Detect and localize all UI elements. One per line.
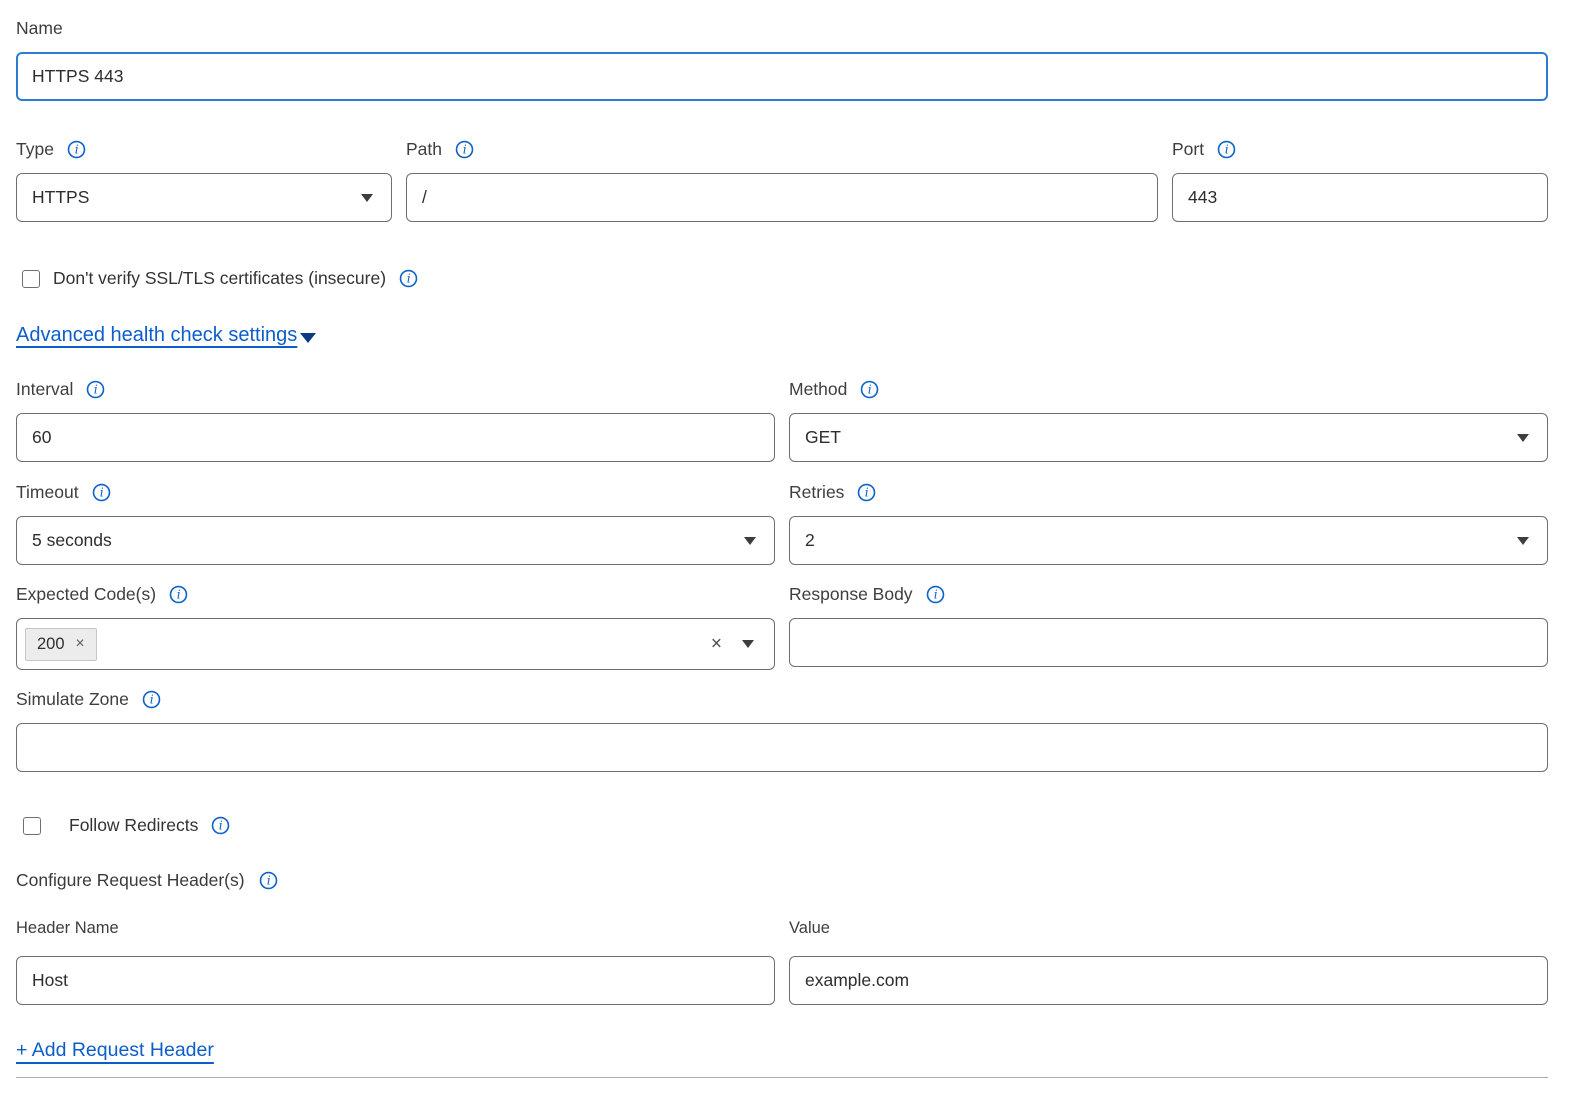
timeout-field: Timeout i 5 seconds (16, 482, 775, 565)
retries-info-icon[interactable]: i (857, 483, 876, 502)
section-divider (16, 1077, 1548, 1078)
header-name-input[interactable] (16, 956, 775, 1005)
simulate-zone-label: Simulate Zone (16, 689, 129, 710)
response-body-label: Response Body (789, 584, 913, 605)
dont-verify-ssl-checkbox[interactable] (22, 270, 40, 288)
svg-text:i: i (407, 272, 411, 286)
verify-ssl-row: Don't verify SSL/TLS certificates (insec… (16, 268, 1548, 289)
interval-field: Interval i (16, 379, 775, 462)
method-select-value: GET (805, 427, 841, 448)
svg-text:i: i (94, 383, 98, 397)
type-select-value: HTTPS (32, 187, 89, 208)
verify-ssl-info-icon[interactable]: i (399, 269, 418, 288)
retries-field: Retries i 2 (789, 482, 1548, 565)
svg-text:i: i (150, 693, 154, 707)
method-info-icon[interactable]: i (860, 380, 879, 399)
header-value-input[interactable] (789, 956, 1548, 1005)
path-input[interactable] (406, 173, 1158, 222)
interval-method-row: Interval i Method i (16, 379, 1548, 462)
path-label: Path (406, 139, 442, 160)
svg-text:i: i (933, 588, 937, 602)
svg-text:i: i (868, 383, 872, 397)
retries-label: Retries (789, 482, 844, 503)
expected-codes-multiselect[interactable]: 200 × × (16, 618, 775, 670)
advanced-settings-label: Advanced health check settings (16, 324, 297, 347)
follow-redirects-info-icon[interactable]: i (211, 816, 230, 835)
retries-select-value: 2 (805, 530, 815, 551)
header-value-field: Value (789, 918, 1548, 1005)
expected-codes-info-icon[interactable]: i (169, 585, 188, 604)
svg-text:i: i (463, 143, 467, 157)
advanced-settings-row: Advanced health check settings (16, 324, 1548, 347)
retries-select[interactable]: 2 (789, 516, 1548, 565)
port-field: Port i (1172, 139, 1548, 222)
health-check-form: Name Type i HTTPS Path (0, 0, 1570, 1098)
chevron-down-icon (361, 194, 373, 202)
simulate-zone-input[interactable] (16, 723, 1548, 772)
request-header-row: Header Name Value (16, 918, 1548, 1005)
chevron-down-icon (1517, 537, 1529, 545)
timeout-label: Timeout (16, 482, 79, 503)
svg-text:i: i (219, 819, 223, 833)
advanced-settings-link[interactable]: Advanced health check settings (16, 324, 297, 347)
follow-redirects-row: Follow Redirects i (16, 815, 1548, 836)
simulate-zone-field: Simulate Zone i (16, 689, 1548, 772)
expected-codes-field: Expected Code(s) i 200 × × (16, 584, 775, 670)
interval-input[interactable] (16, 413, 775, 462)
remove-tag-icon[interactable]: × (76, 635, 85, 653)
interval-label: Interval (16, 379, 73, 400)
port-input[interactable] (1172, 173, 1548, 222)
header-value-label: Value (789, 918, 1548, 939)
timeout-select[interactable]: 5 seconds (16, 516, 775, 565)
response-body-input[interactable] (789, 618, 1548, 667)
type-path-port-row: Type i HTTPS Path i (16, 139, 1548, 222)
chevron-down-icon (744, 537, 756, 545)
clear-all-icon[interactable]: × (711, 635, 722, 654)
type-field: Type i HTTPS (16, 139, 392, 222)
follow-redirects-checkbox[interactable] (23, 817, 41, 835)
triangle-down-icon (300, 333, 316, 343)
svg-text:i: i (1225, 143, 1229, 157)
name-label: Name (16, 18, 63, 39)
svg-text:i: i (865, 486, 869, 500)
dont-verify-ssl-label: Don't verify SSL/TLS certificates (insec… (53, 268, 386, 289)
expected-codes-label: Expected Code(s) (16, 584, 156, 605)
type-label: Type (16, 139, 54, 160)
path-field: Path i (406, 139, 1158, 222)
name-input[interactable] (16, 52, 1548, 101)
request-headers-section: Configure Request Header(s) i (16, 869, 1548, 891)
method-field: Method i GET (789, 379, 1548, 462)
interval-info-icon[interactable]: i (86, 380, 105, 399)
header-name-field: Header Name (16, 918, 775, 1005)
simulate-zone-info-icon[interactable]: i (142, 690, 161, 709)
add-request-header-row: + Add Request Header (16, 1039, 1548, 1062)
timeout-retries-row: Timeout i 5 seconds Retries (16, 482, 1548, 565)
code-tag: 200 × (25, 628, 97, 661)
chevron-down-icon (742, 640, 754, 648)
name-field: Name (16, 18, 1548, 101)
response-body-info-icon[interactable]: i (926, 585, 945, 604)
type-info-icon[interactable]: i (67, 140, 86, 159)
request-headers-label: Configure Request Header(s) (16, 870, 245, 891)
add-request-header-link[interactable]: + Add Request Header (16, 1039, 214, 1061)
svg-text:i: i (99, 486, 103, 500)
request-headers-info-icon[interactable]: i (259, 871, 278, 890)
chevron-down-icon (1517, 434, 1529, 442)
timeout-select-value: 5 seconds (32, 530, 112, 551)
svg-text:i: i (177, 588, 181, 602)
svg-text:i: i (75, 143, 79, 157)
path-info-icon[interactable]: i (455, 140, 474, 159)
codes-body-row: Expected Code(s) i 200 × × Respons (16, 584, 1548, 670)
code-tag-value: 200 (37, 635, 65, 654)
port-label: Port (1172, 139, 1204, 160)
port-info-icon[interactable]: i (1217, 140, 1236, 159)
timeout-info-icon[interactable]: i (92, 483, 111, 502)
method-select[interactable]: GET (789, 413, 1548, 462)
method-label: Method (789, 379, 847, 400)
svg-text:i: i (266, 873, 270, 887)
response-body-field: Response Body i (789, 584, 1548, 670)
follow-redirects-label: Follow Redirects (69, 815, 198, 836)
header-name-label: Header Name (16, 918, 775, 939)
type-select[interactable]: HTTPS (16, 173, 392, 222)
